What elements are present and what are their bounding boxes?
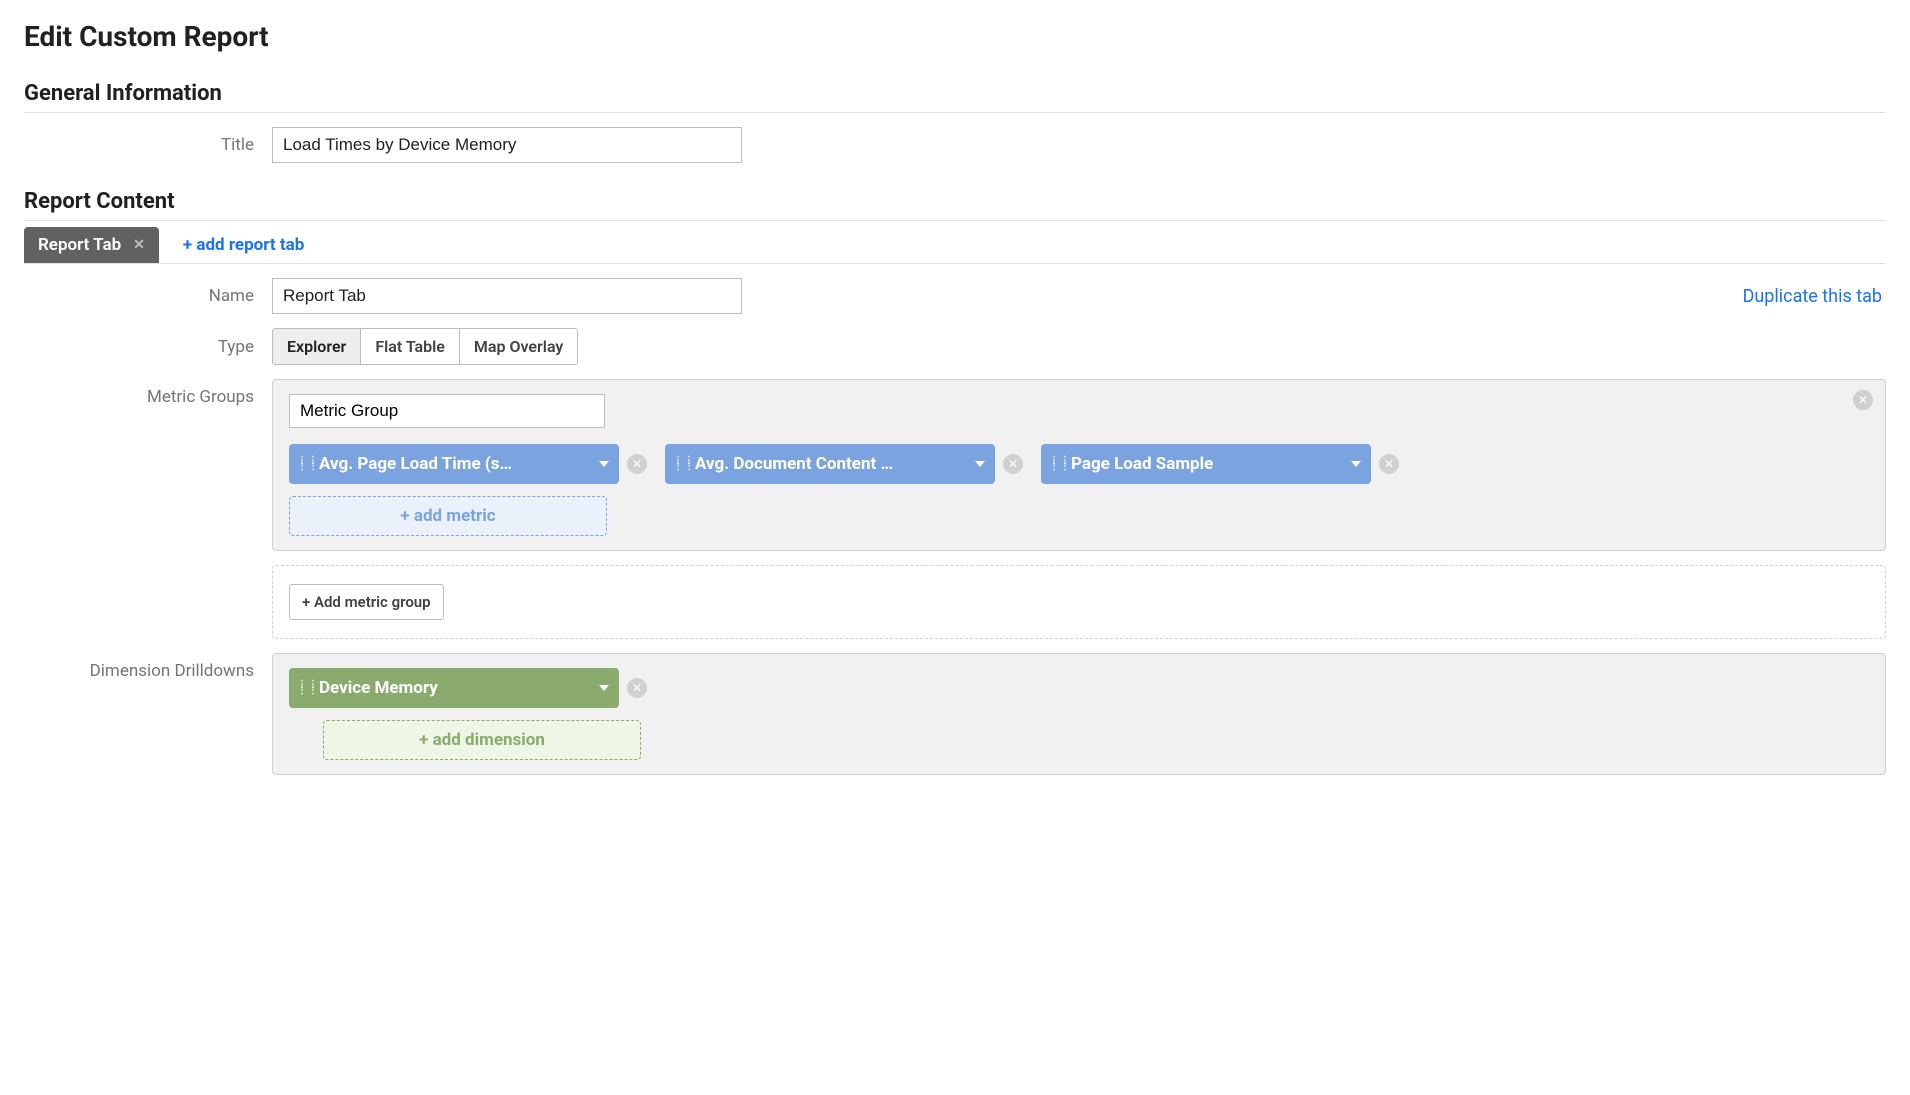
add-metric-group-panel: + Add metric group	[272, 565, 1886, 639]
type-option-map-overlay[interactable]: Map Overlay	[460, 329, 577, 364]
dimension-panel: ⋮⋮⋮⋮ Device Memory ✕ + add dimension	[272, 653, 1886, 775]
add-metric-button[interactable]: + add metric	[289, 496, 607, 536]
chevron-down-icon	[1351, 461, 1361, 467]
drag-handle-icon[interactable]: ⋮⋮⋮⋮	[297, 682, 309, 694]
add-report-tab-link[interactable]: + add report tab	[183, 235, 304, 255]
chevron-down-icon	[599, 685, 609, 691]
add-metric-group-button[interactable]: + Add metric group	[289, 584, 444, 620]
chevron-down-icon	[975, 461, 985, 467]
type-option-explorer[interactable]: Explorer	[273, 329, 361, 364]
metric-chip-page-load-sample[interactable]: ⋮⋮⋮⋮ Page Load Sample	[1041, 444, 1371, 484]
title-input[interactable]	[272, 127, 742, 163]
tab-report-tab[interactable]: Report Tab ✕	[24, 227, 159, 263]
drag-handle-icon[interactable]: ⋮⋮⋮⋮	[673, 458, 685, 470]
title-label: Title	[24, 135, 272, 155]
metric-groups-label: Metric Groups	[24, 379, 272, 551]
close-icon[interactable]: ✕	[133, 237, 145, 253]
drag-handle-icon[interactable]: ⋮⋮⋮⋮	[297, 458, 309, 470]
metric-chip-label: Avg. Page Load Time (s…	[319, 454, 591, 474]
chevron-down-icon	[599, 461, 609, 467]
dimension-chip-label: Device Memory	[319, 678, 591, 698]
metric-chip-avg-document-content[interactable]: ⋮⋮⋮⋮ Avg. Document Content …	[665, 444, 995, 484]
metric-chip-label: Avg. Document Content …	[695, 454, 967, 474]
dimension-chip-device-memory[interactable]: ⋮⋮⋮⋮ Device Memory	[289, 668, 619, 708]
duplicate-tab-link[interactable]: Duplicate this tab	[1743, 286, 1886, 307]
type-option-flat-table[interactable]: Flat Table	[361, 329, 460, 364]
metric-chip-label: Page Load Sample	[1071, 454, 1343, 474]
section-general-header: General Information	[24, 81, 1886, 113]
remove-metric-icon[interactable]: ✕	[1003, 454, 1023, 474]
metric-group-panel: ✕ ⋮⋮⋮⋮ Avg. Page Load Time (s… ✕ ⋮⋮⋮⋮ Av…	[272, 379, 1886, 551]
type-toggle: Explorer Flat Table Map Overlay	[272, 328, 578, 365]
type-label: Type	[24, 337, 272, 357]
dimension-drilldowns-label: Dimension Drilldowns	[24, 653, 272, 775]
remove-metric-icon[interactable]: ✕	[1379, 454, 1399, 474]
tab-report-tab-label: Report Tab	[38, 235, 121, 255]
remove-dimension-icon[interactable]: ✕	[627, 678, 647, 698]
section-content-header: Report Content	[24, 189, 1886, 221]
drag-handle-icon[interactable]: ⋮⋮⋮⋮	[1049, 458, 1061, 470]
metric-chip-avg-page-load-time[interactable]: ⋮⋮⋮⋮ Avg. Page Load Time (s…	[289, 444, 619, 484]
report-tab-bar: Report Tab ✕ + add report tab	[24, 227, 1886, 264]
remove-metric-group-icon[interactable]: ✕	[1853, 390, 1873, 410]
remove-metric-icon[interactable]: ✕	[627, 454, 647, 474]
add-dimension-button[interactable]: + add dimension	[323, 720, 641, 760]
name-input[interactable]	[272, 278, 742, 314]
name-label: Name	[24, 286, 272, 306]
page-title: Edit Custom Report	[24, 20, 1886, 53]
metric-group-name-input[interactable]	[289, 394, 605, 428]
